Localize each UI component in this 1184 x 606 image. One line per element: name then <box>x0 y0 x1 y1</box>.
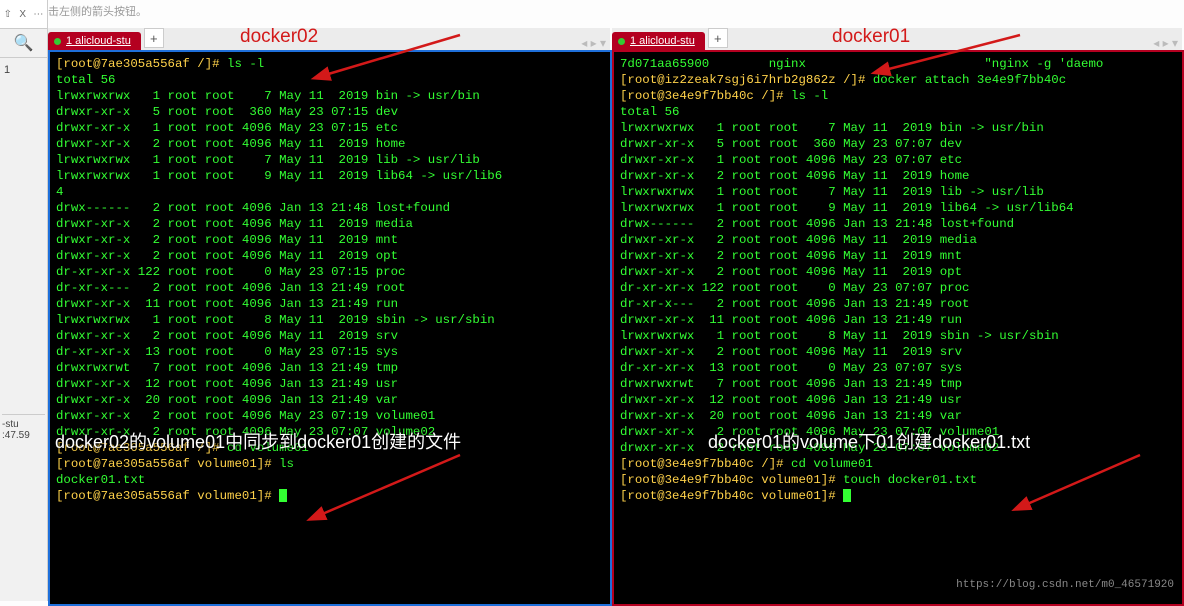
tab-nav[interactable]: ◂ ▸ ▾ <box>581 36 606 50</box>
label-docker02: docker02 <box>240 26 318 48</box>
session-number[interactable]: 1 <box>0 58 47 82</box>
tab-left[interactable]: 1 alicloud-stu <box>48 32 141 50</box>
terminal-docker01[interactable]: 7d071aa65900 nginx "nginx -g 'daemo [roo… <box>612 50 1184 606</box>
pin-icon[interactable]: ⇧ <box>4 9 12 20</box>
tabbar-left: 1 alicloud-stu + ◂ ▸ ▾ <box>48 28 610 51</box>
tab-nav[interactable]: ◂ ▸ ▾ <box>1153 36 1178 50</box>
session-name: -stu <box>2 419 45 430</box>
menu-icon[interactable]: ⋯ <box>33 9 43 20</box>
overlay-left-caption: docker02的volume01中同步到docker01创建的文件 <box>55 428 461 454</box>
session-time: :47.59 <box>2 430 45 441</box>
status-dot-icon <box>618 38 625 45</box>
watermark: https://blog.csdn.net/m0_46571920 <box>956 579 1174 591</box>
tab-right[interactable]: 1 alicloud-stu <box>612 32 705 50</box>
add-tab-button[interactable]: + <box>144 28 164 48</box>
side-gutter: ⇧ X ⋯ 🔍 1 -stu :47.59 <box>0 0 48 601</box>
search-icon[interactable]: 🔍 <box>0 29 47 58</box>
status-dot-icon <box>54 38 61 45</box>
tab-title: 1 alicloud-stu <box>66 35 131 47</box>
hint-text: 击左侧的箭头按钮。 <box>48 3 147 19</box>
add-tab-button[interactable]: + <box>708 28 728 48</box>
label-docker01: docker01 <box>832 26 910 48</box>
close-icon[interactable]: X <box>19 9 26 20</box>
tab-title: 1 alicloud-stu <box>630 35 695 47</box>
overlay-right-caption: docker01的volume下01创建docker01.txt <box>708 428 1030 454</box>
terminal-docker02[interactable]: [root@7ae305a556af /]# ls -l total 56 lr… <box>48 50 612 606</box>
